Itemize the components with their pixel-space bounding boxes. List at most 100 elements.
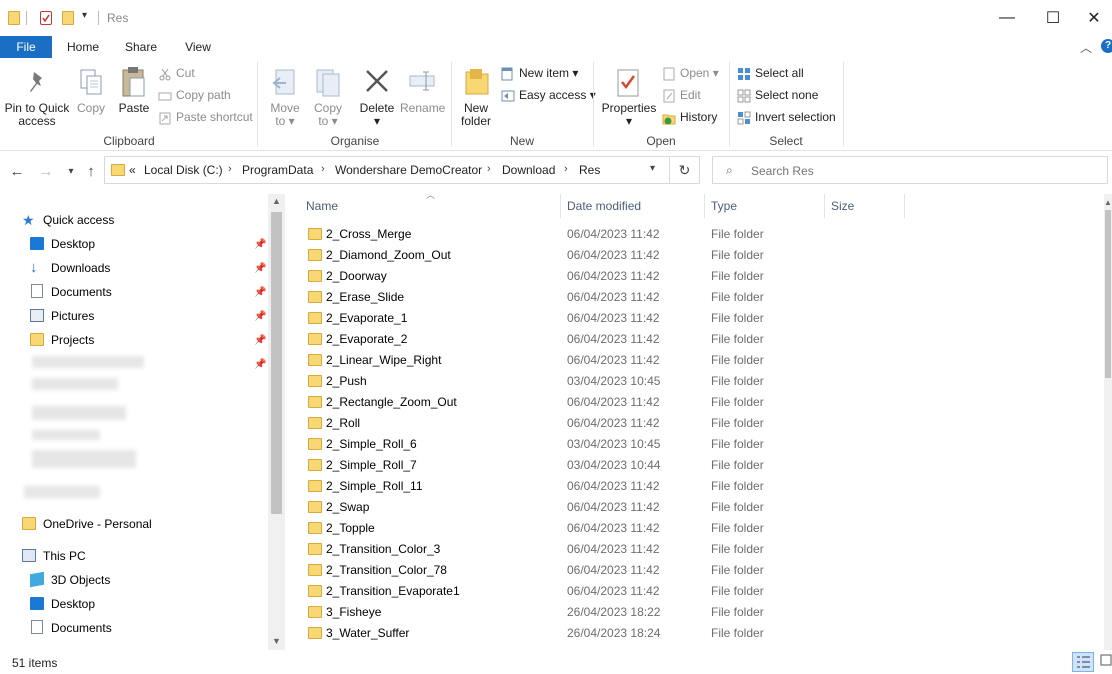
select-all-button[interactable]: Select all: [737, 63, 804, 83]
close-button[interactable]: ✕: [1076, 0, 1112, 36]
breadcrumb-local-disk[interactable]: Local Disk (C:): [144, 163, 223, 177]
paste-shortcut-button[interactable]: Paste shortcut: [158, 107, 253, 127]
breadcrumb-chevron-icon[interactable]: ›: [321, 163, 325, 175]
new-folder-button[interactable]: New folder: [456, 102, 496, 128]
breadcrumb-wondershare[interactable]: Wondershare DemoCreator: [335, 163, 482, 177]
table-row[interactable]: 3_Water_Suffer 26/04/2023 18:24 File folde…: [304, 623, 1094, 644]
breadcrumb-overflow[interactable]: «: [129, 163, 136, 177]
nav-downloads[interactable]: ↓ Downloads: [30, 257, 110, 279]
nav-projects[interactable]: Projects: [30, 329, 94, 351]
table-row[interactable]: 2_Transition_Color_78 06/04/2023 11:42 Fil…: [304, 560, 1094, 581]
table-row[interactable]: 2_Push 03/04/2023 10:45 File folder: [304, 371, 1094, 392]
table-row[interactable]: 2_Simple_Roll_6 03/04/2023 10:45 File fold…: [304, 434, 1094, 455]
delete-button[interactable]: Delete ▾: [356, 102, 398, 128]
refresh-button[interactable]: ↻: [670, 156, 700, 184]
search-input[interactable]: [749, 161, 1093, 181]
scroll-up-icon[interactable]: ▲: [1104, 198, 1112, 207]
table-row[interactable]: 2_Transition_Evaporate1 06/04/2023 11:42 F…: [304, 581, 1094, 602]
history-button[interactable]: History: [662, 107, 717, 127]
edit-button[interactable]: Edit: [662, 85, 701, 105]
file-list-scrollbar[interactable]: ▲: [1104, 194, 1112, 650]
details-view-button[interactable]: [1072, 652, 1094, 672]
new-folder-icon[interactable]: [62, 11, 74, 25]
scrollbar-thumb[interactable]: [1105, 210, 1111, 378]
column-separator[interactable]: [560, 194, 561, 218]
tab-home[interactable]: Home: [62, 36, 104, 58]
recent-locations-icon[interactable]: ▾: [60, 160, 82, 182]
properties-icon[interactable]: [40, 11, 52, 25]
search-box[interactable]: ⌕: [712, 156, 1108, 184]
scrollbar-thumb[interactable]: [271, 212, 282, 514]
nav-pc-documents[interactable]: Documents: [30, 617, 112, 639]
easy-access-button[interactable]: Easy access ▾: [501, 85, 596, 105]
nav-onedrive[interactable]: OneDrive - Personal: [22, 513, 152, 535]
column-separator[interactable]: [704, 194, 705, 218]
table-row[interactable]: 2_Roll 06/04/2023 11:42 File folder: [304, 413, 1094, 434]
table-row[interactable]: 2_Erase_Slide 06/04/2023 11:42 File folder: [304, 287, 1094, 308]
navigation-pane-scrollbar[interactable]: ▲ ▼: [268, 194, 285, 650]
tab-share[interactable]: Share: [120, 36, 162, 58]
column-header-date-modified[interactable]: Date modified: [567, 194, 641, 218]
table-row[interactable]: 2_Rectangle_Zoom_Out 06/04/2023 11:42 File…: [304, 392, 1094, 413]
properties-button[interactable]: Properties ▾: [600, 102, 658, 128]
table-row[interactable]: 2_Simple_Roll_11 06/04/2023 11:42 File fol…: [304, 476, 1094, 497]
column-separator[interactable]: [904, 194, 905, 218]
select-none-button[interactable]: Select none: [737, 85, 818, 105]
nav-pc-desktop[interactable]: Desktop: [30, 593, 95, 615]
maximize-button[interactable]: ☐: [1030, 0, 1076, 36]
breadcrumb-chevron-icon[interactable]: ›: [487, 163, 491, 175]
address-bar[interactable]: « Local Disk (C:) › ProgramData › Wonder…: [104, 156, 670, 184]
copy-path-button[interactable]: Copy path: [158, 85, 231, 105]
file-date-modified: 06/04/2023 11:42: [567, 584, 660, 598]
breadcrumb-chevron-icon[interactable]: ›: [228, 163, 232, 175]
customize-quick-access-icon[interactable]: ▾: [82, 10, 87, 21]
nav-this-pc[interactable]: This PC: [22, 545, 86, 567]
large-icons-view-button[interactable]: [1098, 652, 1112, 672]
table-row[interactable]: 2_Simple_Roll_7 03/04/2023 10:44 File fold…: [304, 455, 1094, 476]
nav-quick-access[interactable]: ★ Quick access: [22, 209, 114, 231]
up-arrow-icon[interactable]: ↑: [80, 160, 102, 182]
tab-file[interactable]: File: [0, 36, 52, 58]
table-row[interactable]: 2_Evaporate_2 06/04/2023 11:42 File folder: [304, 329, 1094, 350]
invert-selection-button[interactable]: Invert selection: [737, 107, 836, 127]
move-to-button[interactable]: Move to ▾: [264, 102, 306, 128]
breadcrumb-chevron-icon[interactable]: ›: [564, 163, 568, 175]
new-item-button[interactable]: New item ▾: [501, 63, 578, 83]
collapse-ribbon-icon[interactable]: ︿: [1080, 39, 1092, 56]
table-row[interactable]: 2_Diamond_Zoom_Out 06/04/2023 11:42 File f…: [304, 245, 1094, 266]
table-row[interactable]: 2_Transition_Color_3 06/04/2023 11:42 File…: [304, 539, 1094, 560]
pin-to-quick-access-button[interactable]: Pin to Quick access: [4, 102, 70, 128]
nav-desktop[interactable]: Desktop: [30, 233, 95, 255]
help-icon[interactable]: ?: [1101, 39, 1112, 53]
table-row[interactable]: 2_Topple 06/04/2023 11:42 File folder: [304, 518, 1094, 539]
copy-button[interactable]: Copy: [74, 102, 108, 115]
scroll-down-icon[interactable]: ▼: [272, 636, 281, 646]
minimize-button[interactable]: —: [984, 0, 1030, 36]
nav-3d-objects[interactable]: 3D Objects: [30, 569, 110, 591]
rename-button[interactable]: Rename: [400, 102, 445, 115]
tab-view[interactable]: View: [178, 36, 218, 58]
table-row[interactable]: 2_Doorway 06/04/2023 11:42 File folder: [304, 266, 1094, 287]
copy-to-button[interactable]: Copy to ▾: [308, 102, 348, 128]
table-row[interactable]: 2_Cross_Merge 06/04/2023 11:42 File folder: [304, 224, 1094, 245]
column-header-name[interactable]: Name: [306, 194, 338, 218]
table-row[interactable]: 3_Fisheye 26/04/2023 18:22 File folder: [304, 602, 1094, 623]
forward-arrow-icon[interactable]: →: [35, 160, 57, 182]
column-header-size[interactable]: Size: [831, 194, 854, 218]
nav-documents[interactable]: Documents: [30, 281, 112, 303]
cut-button[interactable]: Cut: [158, 63, 195, 83]
column-separator[interactable]: [824, 194, 825, 218]
breadcrumb-res[interactable]: Res: [579, 163, 600, 177]
open-button[interactable]: Open ▾: [662, 63, 719, 83]
table-row[interactable]: 2_Evaporate_1 06/04/2023 11:42 File folder: [304, 308, 1094, 329]
back-arrow-icon[interactable]: ←: [6, 160, 28, 182]
breadcrumb-programdata[interactable]: ProgramData: [242, 163, 313, 177]
table-row[interactable]: 2_Linear_Wipe_Right 06/04/2023 11:42 File …: [304, 350, 1094, 371]
table-row[interactable]: 2_Swap 06/04/2023 11:42 File folder: [304, 497, 1094, 518]
column-header-type[interactable]: Type: [711, 194, 737, 218]
paste-button[interactable]: Paste: [116, 102, 152, 115]
address-dropdown-icon[interactable]: ▾: [650, 163, 655, 174]
nav-pictures[interactable]: Pictures: [30, 305, 94, 327]
breadcrumb-download[interactable]: Download: [502, 163, 555, 177]
scroll-up-icon[interactable]: ▲: [272, 196, 281, 206]
